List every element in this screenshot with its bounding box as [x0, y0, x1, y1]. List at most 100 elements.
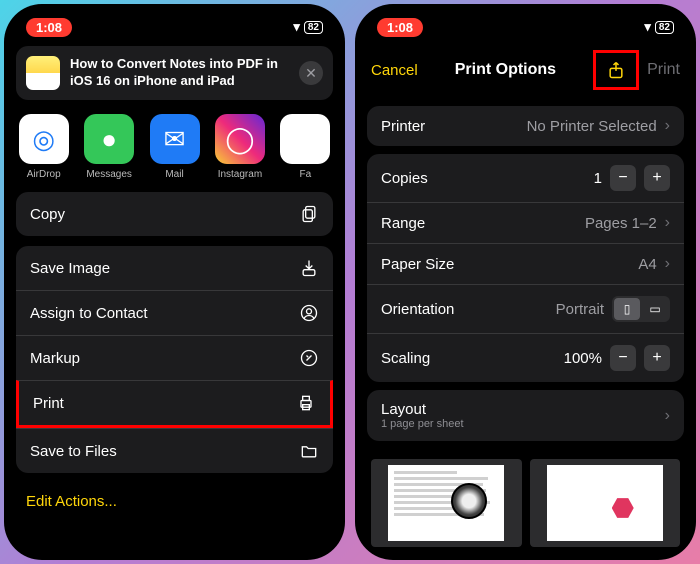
scaling-plus-button[interactable]: +	[644, 345, 670, 371]
orientation-controls: Portrait ▯ ▭	[556, 296, 670, 322]
orientation-value: Portrait	[556, 301, 604, 318]
range-value-wrap: Pages 1–2 ›	[585, 214, 670, 232]
markup-action[interactable]: Markup	[16, 335, 333, 380]
range-label: Range	[381, 215, 425, 232]
layout-subtitle: 1 page per sheet	[381, 418, 464, 430]
printer-value-text: No Printer Selected	[527, 118, 657, 135]
save-image-action[interactable]: Save Image	[16, 246, 333, 290]
notes-app-icon	[26, 56, 60, 90]
layout-row[interactable]: Layout 1 page per sheet ›	[367, 390, 684, 441]
landscape-button[interactable]: ▭	[642, 298, 668, 320]
copy-action[interactable]: Copy	[16, 192, 333, 236]
wifi-icon: ▾	[644, 19, 651, 35]
app-label: Instagram	[218, 169, 262, 180]
print-action[interactable]: Print	[16, 380, 333, 428]
chevron-right-icon: ›	[665, 407, 670, 425]
status-icons: ▾ 82	[644, 19, 674, 35]
phone-left: 1:08 ▾ 82 How to Convert Notes into PDF …	[4, 4, 345, 560]
app-label: AirDrop	[27, 169, 61, 180]
status-time: 1:08	[377, 18, 423, 37]
chevron-right-icon: ›	[665, 117, 670, 135]
edit-actions-link[interactable]: Edit Actions...	[12, 483, 337, 520]
action-label: Save Image	[30, 260, 110, 277]
app-label: Mail	[165, 169, 183, 180]
paper-value: A4	[638, 256, 656, 273]
action-group-1: Copy	[16, 192, 333, 236]
thumb-page-2[interactable]	[530, 459, 681, 547]
print-icon	[296, 393, 316, 413]
action-label: Assign to Contact	[30, 305, 148, 322]
loupe-icon	[451, 483, 487, 519]
copies-controls: 1 − +	[594, 165, 670, 191]
settings-group: Copies 1 − + Range Pages 1–2 › Paper Siz…	[367, 154, 684, 382]
portrait-button[interactable]: ▯	[614, 298, 640, 320]
copies-value: 1	[594, 170, 602, 187]
app-more[interactable]: Fa	[280, 114, 331, 180]
action-label: Print	[33, 395, 64, 412]
battery-icon: 82	[304, 21, 323, 34]
share-apps-row[interactable]: ◎ AirDrop ● Messages ✉ Mail ◯ Instagram …	[12, 110, 337, 192]
paper-size-row[interactable]: Paper Size A4 ›	[367, 243, 684, 284]
printer-label: Printer	[381, 118, 425, 135]
app-label: Messages	[86, 169, 132, 180]
page-title: Print Options	[455, 61, 556, 79]
copies-minus-button[interactable]: −	[610, 165, 636, 191]
layout-group: Layout 1 page per sheet ›	[367, 390, 684, 441]
paper-value-wrap: A4 ›	[638, 255, 670, 273]
layout-text: Layout 1 page per sheet	[381, 401, 464, 430]
chevron-right-icon: ›	[665, 255, 670, 273]
printer-row[interactable]: Printer No Printer Selected ›	[367, 106, 684, 146]
app-label: Fa	[299, 169, 311, 180]
app-icon-cut	[280, 114, 330, 164]
markup-icon	[299, 348, 319, 368]
app-mail[interactable]: ✉ Mail	[149, 114, 200, 180]
paper-label: Paper Size	[381, 256, 454, 273]
printer-value: No Printer Selected ›	[527, 117, 670, 135]
action-label: Markup	[30, 350, 80, 367]
phone-right: 1:08 ▾ 82 Cancel Print Options Print Pri…	[355, 4, 696, 560]
page-thumbnails	[363, 449, 688, 547]
notch	[481, 14, 571, 36]
print-button[interactable]: Print	[647, 61, 680, 79]
range-value: Pages 1–2	[585, 215, 657, 232]
airdrop-icon: ◎	[19, 114, 69, 164]
page-preview	[547, 465, 663, 541]
instagram-icon: ◯	[215, 114, 265, 164]
close-button[interactable]: ✕	[299, 61, 323, 85]
cancel-button[interactable]: Cancel	[371, 62, 418, 79]
app-airdrop[interactable]: ◎ AirDrop	[18, 114, 69, 180]
share-button[interactable]	[593, 50, 639, 90]
app-messages[interactable]: ● Messages	[83, 114, 134, 180]
copies-label: Copies	[381, 170, 428, 187]
orientation-row: Orientation Portrait ▯ ▭	[367, 284, 684, 333]
scaling-label: Scaling	[381, 350, 430, 367]
messages-icon: ●	[84, 114, 134, 164]
download-icon	[299, 258, 319, 278]
action-group-2: Save Image Assign to Contact Markup Prin…	[16, 246, 333, 473]
scaling-row: Scaling 100% − +	[367, 333, 684, 382]
action-label: Save to Files	[30, 443, 117, 460]
layout-label: Layout	[381, 401, 464, 418]
folder-icon	[299, 441, 319, 461]
page-preview	[388, 465, 504, 541]
status-time: 1:08	[26, 18, 72, 37]
scaling-value: 100%	[564, 350, 602, 367]
save-files-action[interactable]: Save to Files	[16, 428, 333, 473]
chevron-right-icon: ›	[665, 214, 670, 232]
battery-icon: 82	[655, 21, 674, 34]
copies-plus-button[interactable]: +	[644, 165, 670, 191]
scaling-controls: 100% − +	[564, 345, 670, 371]
app-instagram[interactable]: ◯ Instagram	[214, 114, 265, 180]
orientation-label: Orientation	[381, 301, 454, 318]
action-label: Copy	[30, 206, 65, 223]
scaling-minus-button[interactable]: −	[610, 345, 636, 371]
thumb-page-1[interactable]	[371, 459, 522, 547]
printer-group: Printer No Printer Selected ›	[367, 106, 684, 146]
range-row[interactable]: Range Pages 1–2 ›	[367, 202, 684, 243]
hexagon-shape	[612, 497, 634, 519]
nav-right: Print	[593, 50, 680, 90]
copy-icon	[299, 204, 319, 224]
orientation-segment[interactable]: ▯ ▭	[612, 296, 670, 322]
assign-contact-action[interactable]: Assign to Contact	[16, 290, 333, 335]
print-nav: Cancel Print Options Print	[363, 40, 688, 100]
